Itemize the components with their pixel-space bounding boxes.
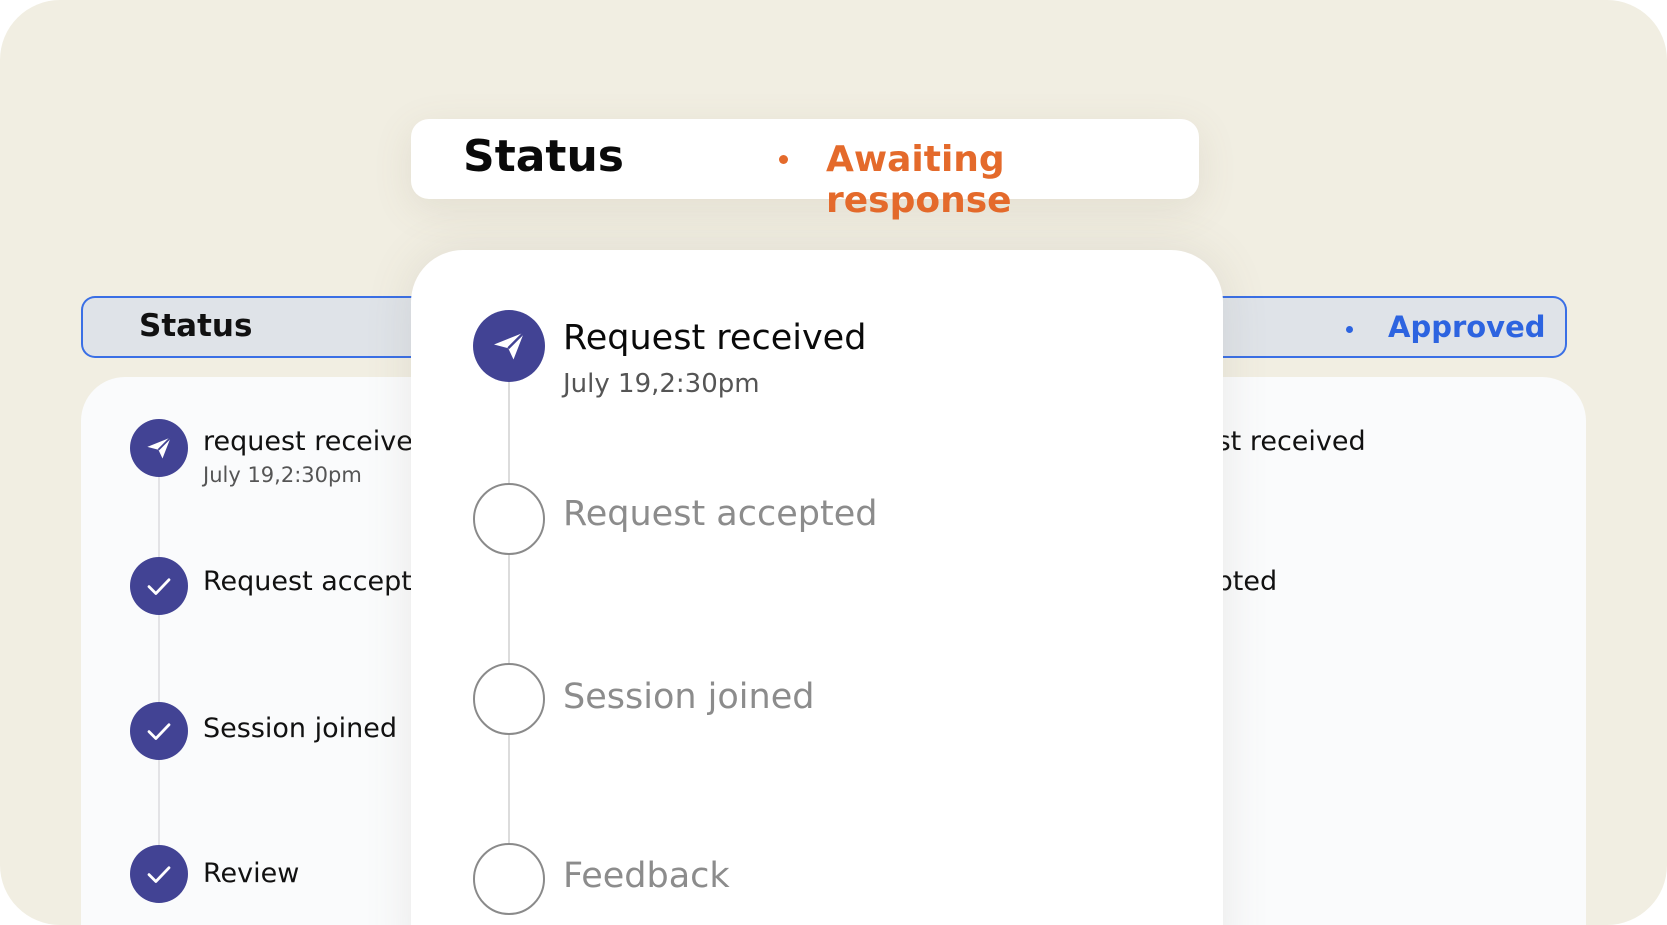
background-step-label: est received (1200, 426, 1366, 457)
paper-plane-icon (130, 419, 188, 477)
empty-circle-icon (473, 483, 545, 555)
status-title: Status (463, 131, 624, 182)
timeline-step-timestamp: July 19,2:30pm (563, 369, 760, 399)
background-step-label: Review (203, 858, 300, 889)
background-timeline-connector (158, 470, 160, 870)
background-step-label: Session joined (203, 713, 397, 744)
timeline-step-label-request-received: Request received (563, 318, 867, 358)
check-icon (130, 845, 188, 903)
background-step-label: request receive (203, 426, 413, 457)
timeline-step-label-session-joined: Session joined (563, 677, 815, 717)
empty-circle-icon (473, 663, 545, 735)
awaiting-status-badge: Awaiting response (826, 139, 1012, 221)
status-header-card: Status Awaiting response (411, 119, 1199, 221)
approved-status-badge: Approved (1388, 310, 1546, 344)
paper-plane-icon (473, 310, 545, 382)
empty-circle-icon (473, 843, 545, 915)
timeline-step-label-feedback: Feedback (563, 856, 730, 896)
awaiting-status-dot (779, 155, 788, 164)
check-icon (130, 557, 188, 615)
timeline-step-label-request-accepted: Request accepted (563, 494, 878, 534)
check-icon (130, 702, 188, 760)
timeline-connector (508, 350, 510, 910)
app-canvas: Status Approved request receive July 19,… (0, 0, 1667, 925)
approved-status-dot (1346, 326, 1353, 333)
background-step-timestamp: July 19,2:30pm (203, 463, 362, 487)
background-step-label: Request accept (203, 566, 412, 597)
background-status-title: Status (139, 308, 253, 344)
